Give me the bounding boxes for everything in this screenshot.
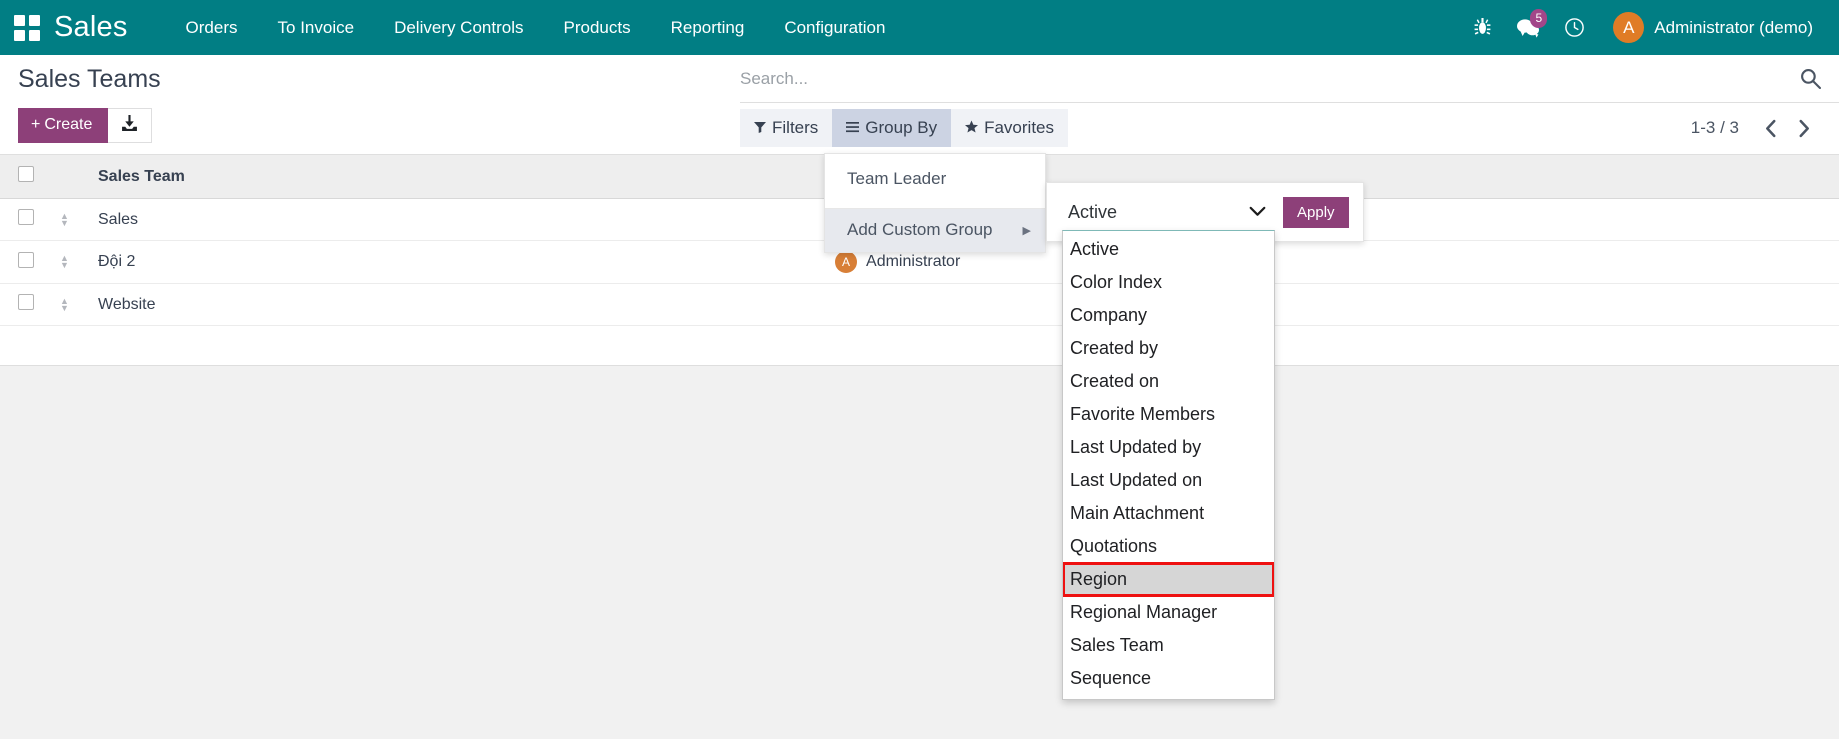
control-panel-buttons: + Create	[18, 108, 153, 143]
handle-header	[52, 155, 90, 199]
option-team-leader[interactable]: Team Leader	[1063, 695, 1274, 699]
funnel-icon	[754, 118, 766, 138]
cell-sales-team-name: Website	[90, 283, 828, 326]
user-name-label: Administrator (demo)	[1654, 17, 1813, 37]
nav-item-products[interactable]: Products	[544, 0, 651, 56]
caret-right-icon: ▶	[1022, 224, 1031, 237]
plus-icon: +	[31, 116, 41, 133]
chevron-down-icon	[1249, 205, 1266, 220]
group-by-dropdown: Team Leader Add Custom Group ▶	[824, 153, 1046, 253]
option-quotations[interactable]: Quotations	[1063, 530, 1274, 563]
row-checkbox[interactable]	[18, 294, 34, 310]
favorites-button-label: Favorites	[984, 118, 1055, 137]
navbar-systray: 5 A Administrator (demo)	[1459, 0, 1817, 55]
option-active[interactable]: Active	[1063, 233, 1274, 266]
nav-item-configuration[interactable]: Configuration	[764, 0, 905, 56]
custom-group-field-select[interactable]: Active Active Color Index Company Create…	[1061, 195, 1275, 700]
option-created-on[interactable]: Created on	[1063, 365, 1274, 398]
select-all-header	[0, 155, 52, 199]
import-button[interactable]	[108, 108, 153, 143]
create-button[interactable]: + Create	[18, 108, 109, 143]
navbar-menu: Orders To Invoice Delivery Controls Prod…	[166, 0, 906, 56]
option-last-updated-by[interactable]: Last Updated by	[1063, 431, 1274, 464]
option-last-updated-on[interactable]: Last Updated on	[1063, 464, 1274, 497]
search-input[interactable]	[740, 64, 1788, 93]
page-background	[0, 366, 1839, 739]
drag-handle-icon[interactable]: ▲ ▼	[60, 254, 82, 270]
user-menu[interactable]: A Administrator (demo)	[1597, 12, 1817, 43]
list-empty-space	[0, 326, 1839, 366]
custom-group-submenu: Active Active Color Index Company Create…	[1046, 182, 1364, 700]
create-button-label: Create	[44, 116, 93, 133]
row-handle-cell: ▲ ▼	[52, 283, 90, 326]
group-by-button[interactable]: Group By	[832, 109, 952, 147]
favorites-button[interactable]: Favorites	[951, 109, 1069, 147]
custom-group-option-list[interactable]: Active Color Index Company Created by Cr…	[1062, 230, 1275, 700]
pager: 1-3 / 3	[1691, 111, 1821, 145]
select-all-checkbox[interactable]	[18, 166, 34, 182]
cell-sales-team-name: Sales	[90, 198, 828, 241]
debug-bug-icon[interactable]	[1459, 0, 1505, 55]
filters-button-label: Filters	[772, 118, 819, 137]
filters-button[interactable]: Filters	[740, 109, 833, 147]
apply-custom-group-button[interactable]: Apply	[1283, 196, 1349, 228]
row-handle-cell: ▲ ▼	[52, 240, 90, 284]
custom-group-selected-value: Active	[1068, 201, 1118, 222]
top-navbar: Sales Orders To Invoice Delivery Control…	[0, 0, 1839, 55]
group-by-button-label: Group By	[865, 118, 938, 137]
table-row[interactable]: ▲ ▼ Website	[0, 283, 1839, 326]
option-main-attachment[interactable]: Main Attachment	[1063, 497, 1274, 530]
row-select-cell	[0, 240, 52, 284]
option-regional-manager[interactable]: Regional Manager	[1063, 596, 1274, 629]
messaging-icon[interactable]: 5	[1505, 0, 1551, 55]
group-by-option-team-leader[interactable]: Team Leader	[825, 158, 1045, 201]
add-custom-group-item[interactable]: Add Custom Group ▶	[825, 209, 1045, 252]
add-custom-group-label: Add Custom Group	[847, 220, 993, 239]
row-checkbox[interactable]	[18, 251, 34, 268]
option-favorite-members[interactable]: Favorite Members	[1063, 398, 1274, 431]
row-handle-cell: ▲ ▼	[52, 198, 90, 241]
drag-handle-icon[interactable]: ▲ ▼	[60, 296, 82, 312]
row-select-cell	[0, 283, 52, 326]
avatar: A	[835, 251, 858, 273]
star-icon	[965, 118, 979, 138]
activities-clock-icon[interactable]	[1551, 0, 1597, 55]
option-color-index[interactable]: Color Index	[1063, 266, 1274, 299]
row-select-cell	[0, 198, 52, 241]
page-title: Sales Teams	[18, 65, 161, 93]
search-view: Filters Group By Favorites 1-3 / 3	[740, 55, 1839, 700]
pager-count: 1-3 / 3	[1690, 118, 1739, 137]
drag-handle-icon[interactable]: ▲ ▼	[60, 211, 82, 227]
nav-item-orders[interactable]: Orders	[166, 0, 258, 56]
nav-item-to-invoice[interactable]: To Invoice	[258, 0, 375, 56]
option-region[interactable]: Region	[1063, 562, 1274, 597]
option-sales-team[interactable]: Sales Team	[1063, 629, 1274, 662]
row-checkbox[interactable]	[18, 209, 34, 225]
pager-next-button[interactable]	[1787, 111, 1821, 145]
apps-grid-icon[interactable]	[14, 14, 40, 41]
search-row	[740, 55, 1839, 103]
option-sequence[interactable]: Sequence	[1063, 662, 1274, 695]
list-lines-icon	[846, 118, 860, 138]
option-company[interactable]: Company	[1063, 299, 1274, 332]
cell-sales-team-name: Đội 2	[90, 240, 828, 284]
option-created-by[interactable]: Created by	[1063, 332, 1274, 365]
messaging-badge-count: 5	[1530, 9, 1548, 28]
nav-item-reporting[interactable]: Reporting	[651, 0, 765, 56]
filter-row: Filters Group By Favorites 1-3 / 3 Team …	[740, 103, 1839, 700]
pager-previous-button[interactable]	[1753, 111, 1787, 145]
column-header-sales-team[interactable]: Sales Team	[90, 155, 828, 199]
cell-team-leader	[827, 283, 1839, 326]
avatar: A	[1613, 12, 1645, 43]
team-leader-name: Administrator	[866, 253, 961, 270]
import-download-icon	[121, 114, 138, 137]
nav-item-delivery-controls[interactable]: Delivery Controls	[374, 0, 543, 56]
app-brand-sales[interactable]: Sales	[54, 11, 128, 44]
control-panel: Sales Teams + Create Search... Filters G…	[0, 55, 1839, 700]
search-icon[interactable]	[1788, 68, 1821, 89]
